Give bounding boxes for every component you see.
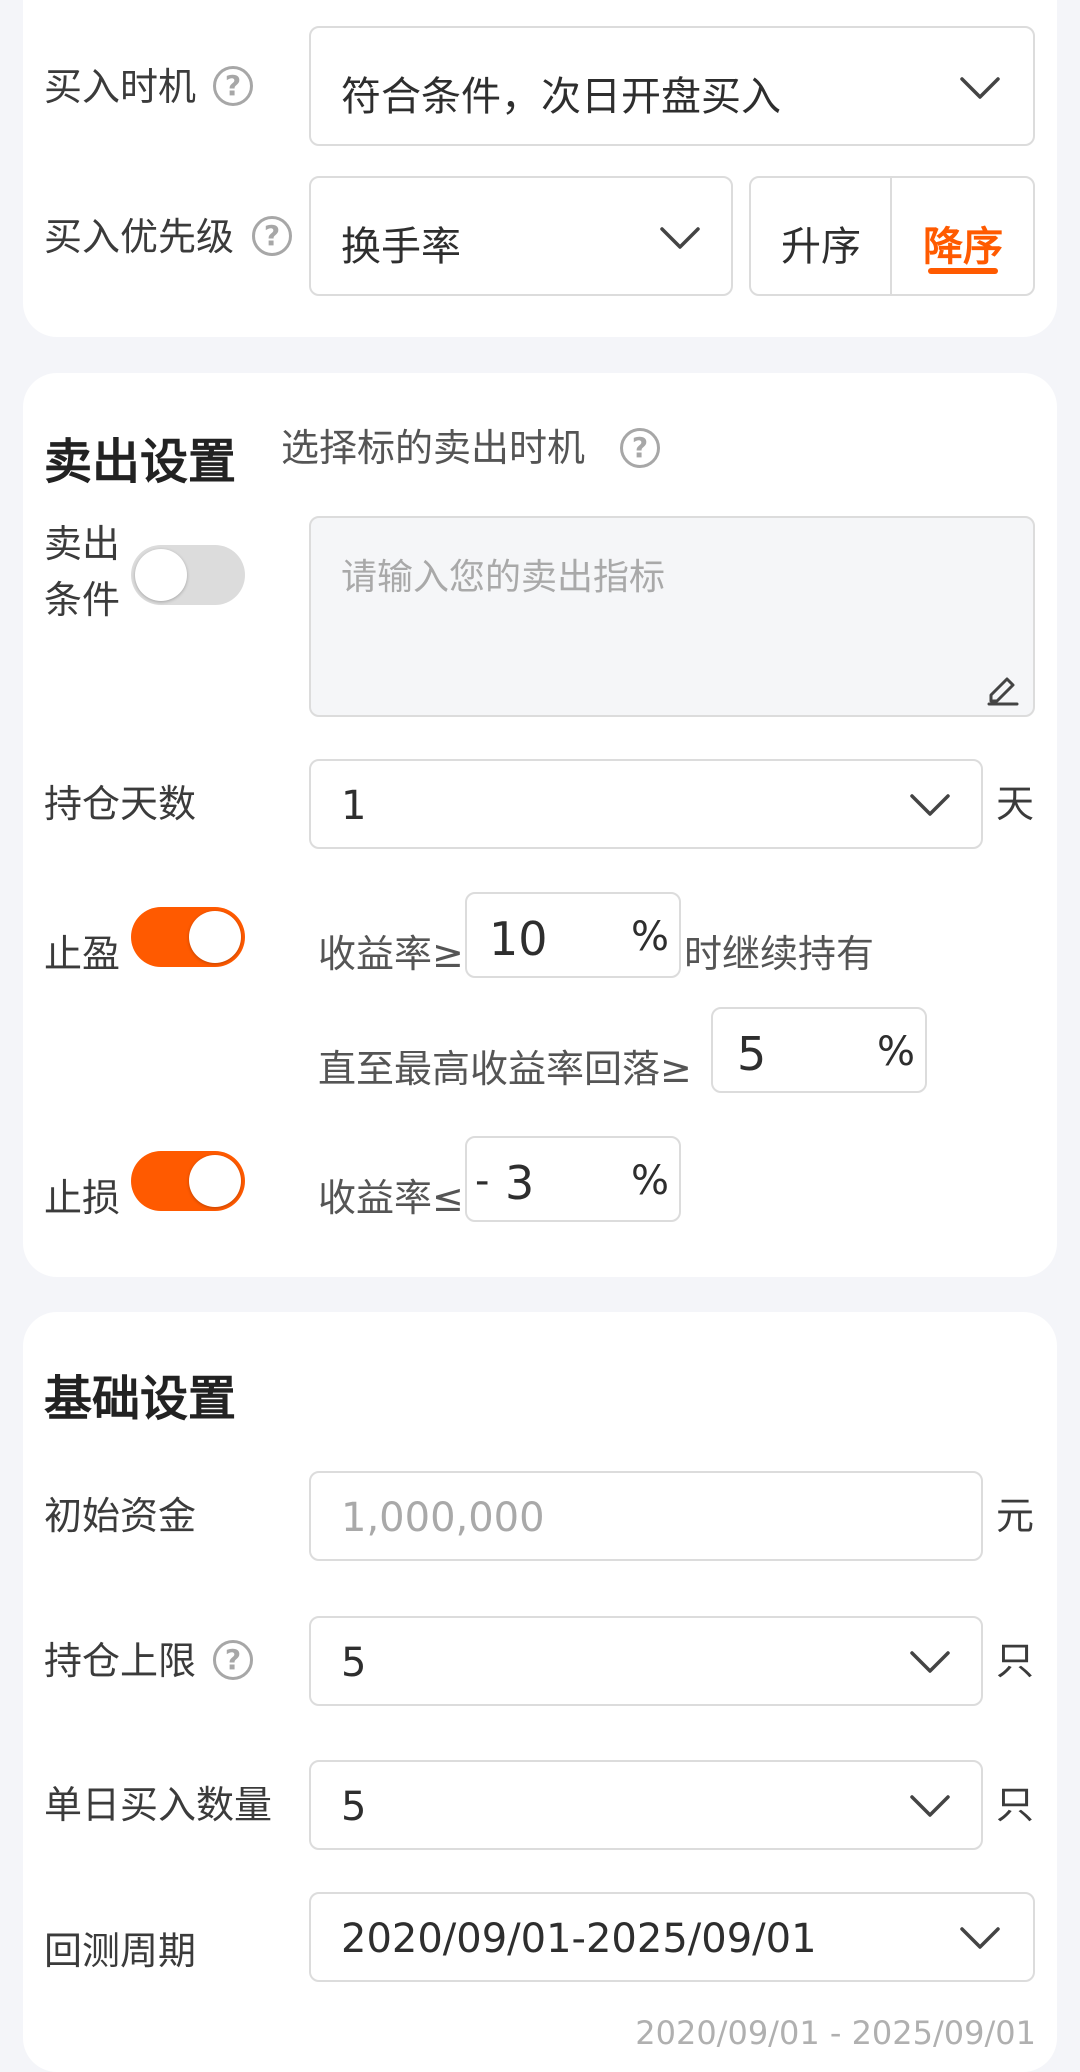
- sl-rate-sign: -: [475, 1158, 490, 1204]
- percent-sign: %: [876, 1029, 915, 1075]
- chevron-down-icon: [660, 227, 700, 249]
- percent-sign: %: [630, 914, 669, 960]
- max-positions-unit: 只: [996, 1639, 1035, 1683]
- max-positions-help-icon[interactable]: ?: [213, 1640, 253, 1680]
- daily-buy-label: 单日买入数量: [44, 1783, 273, 1827]
- stop-loss-label: 止损: [44, 1176, 121, 1220]
- sl-rate-input[interactable]: - 3 %: [465, 1136, 681, 1222]
- daily-buy-select[interactable]: 5: [309, 1760, 983, 1850]
- pencil-icon[interactable]: [983, 667, 1023, 707]
- toggle-knob: [189, 1155, 241, 1207]
- hold-days-label: 持仓天数: [44, 782, 197, 826]
- period-label: 回测周期: [44, 1929, 197, 1973]
- max-positions-value: 5: [341, 1640, 367, 1686]
- sl-rate-value: 3: [505, 1156, 535, 1210]
- tp-rate-value: 10: [489, 912, 548, 966]
- capital-label: 初始资金: [44, 1494, 197, 1538]
- period-hint: 2020/09/01 - 2025/09/01: [635, 2014, 1036, 2052]
- buy-priority-select[interactable]: 换手率: [309, 176, 733, 296]
- hold-days-select[interactable]: 1: [309, 759, 983, 849]
- buy-settings-card: 买入时机 ? 符合条件，次日开盘买入 买入优先级 ? 换手率 升序 降序: [23, 0, 1057, 337]
- sell-condition-label-line2: 条件: [44, 578, 121, 622]
- buy-timing-help-icon[interactable]: ?: [213, 66, 253, 106]
- chevron-down-icon: [910, 794, 950, 816]
- capital-input[interactable]: 1,000,000: [309, 1471, 983, 1561]
- buy-timing-select[interactable]: 符合条件，次日开盘买入: [309, 26, 1035, 146]
- base-settings-card: 基础设置 初始资金 1,000,000 元 持仓上限 ? 5 只 单日买入数量 …: [23, 1312, 1057, 2072]
- chevron-down-icon: [910, 1795, 950, 1817]
- chevron-down-icon: [960, 77, 1000, 99]
- sell-condition-label-line1: 卖出: [44, 522, 121, 566]
- sell-condition-placeholder: 请输入您的卖出指标: [341, 557, 666, 598]
- daily-buy-unit: 只: [996, 1783, 1035, 1827]
- daily-buy-value: 5: [341, 1784, 367, 1830]
- take-profit-toggle[interactable]: [131, 907, 245, 967]
- sort-desc-button[interactable]: 降序: [892, 178, 1033, 294]
- percent-sign: %: [630, 1158, 669, 1204]
- period-select[interactable]: 2020/09/01-2025/09/01: [309, 1892, 1035, 1982]
- buy-priority-value: 换手率: [341, 224, 461, 270]
- hold-days-unit: 天: [996, 782, 1035, 826]
- hold-days-value: 1: [341, 783, 367, 829]
- sort-order-segment: 升序 降序: [749, 176, 1035, 296]
- sl-rate-prefix: 收益率≤: [318, 1176, 464, 1220]
- tp-drawdown-prefix: 直至最高收益率回落≥: [318, 1047, 692, 1091]
- buy-priority-label: 买入优先级: [44, 215, 235, 259]
- capital-unit: 元: [996, 1494, 1035, 1538]
- sell-settings-subtitle: 选择标的卖出时机: [281, 426, 586, 470]
- sell-condition-textarea[interactable]: 请输入您的卖出指标: [309, 516, 1035, 717]
- base-settings-title: 基础设置: [44, 1371, 237, 1427]
- tp-drawdown-value: 5: [737, 1027, 767, 1081]
- sort-desc-underline: [928, 268, 998, 274]
- tp-rate-suffix: 时继续持有: [684, 932, 875, 976]
- buy-priority-help-icon[interactable]: ?: [252, 216, 292, 256]
- sell-condition-toggle[interactable]: [131, 545, 245, 605]
- max-positions-label: 持仓上限: [44, 1639, 197, 1683]
- sort-asc-button[interactable]: 升序: [751, 178, 892, 294]
- sell-settings-title: 卖出设置: [44, 434, 237, 490]
- sell-settings-help-icon[interactable]: ?: [620, 428, 660, 468]
- buy-timing-value: 符合条件，次日开盘买入: [341, 74, 781, 120]
- chevron-down-icon: [960, 1927, 1000, 1949]
- sell-settings-card: 卖出设置 选择标的卖出时机 ? 卖出 条件 请输入您的卖出指标 持仓天数 1 天…: [23, 373, 1057, 1277]
- tp-drawdown-input[interactable]: 5 %: [711, 1007, 927, 1093]
- tp-rate-input[interactable]: 10 %: [465, 892, 681, 978]
- stop-loss-toggle[interactable]: [131, 1151, 245, 1211]
- buy-timing-label: 买入时机: [44, 65, 197, 109]
- max-positions-select[interactable]: 5: [309, 1616, 983, 1706]
- capital-placeholder: 1,000,000: [341, 1495, 545, 1541]
- period-value: 2020/09/01-2025/09/01: [341, 1916, 817, 1962]
- toggle-knob: [189, 911, 241, 963]
- sort-asc-label: 升序: [781, 224, 861, 270]
- tp-rate-prefix: 收益率≥: [318, 932, 464, 976]
- sort-desc-label: 降序: [923, 224, 1003, 270]
- toggle-knob: [135, 549, 187, 601]
- chevron-down-icon: [910, 1651, 950, 1673]
- take-profit-label: 止盈: [44, 932, 121, 976]
